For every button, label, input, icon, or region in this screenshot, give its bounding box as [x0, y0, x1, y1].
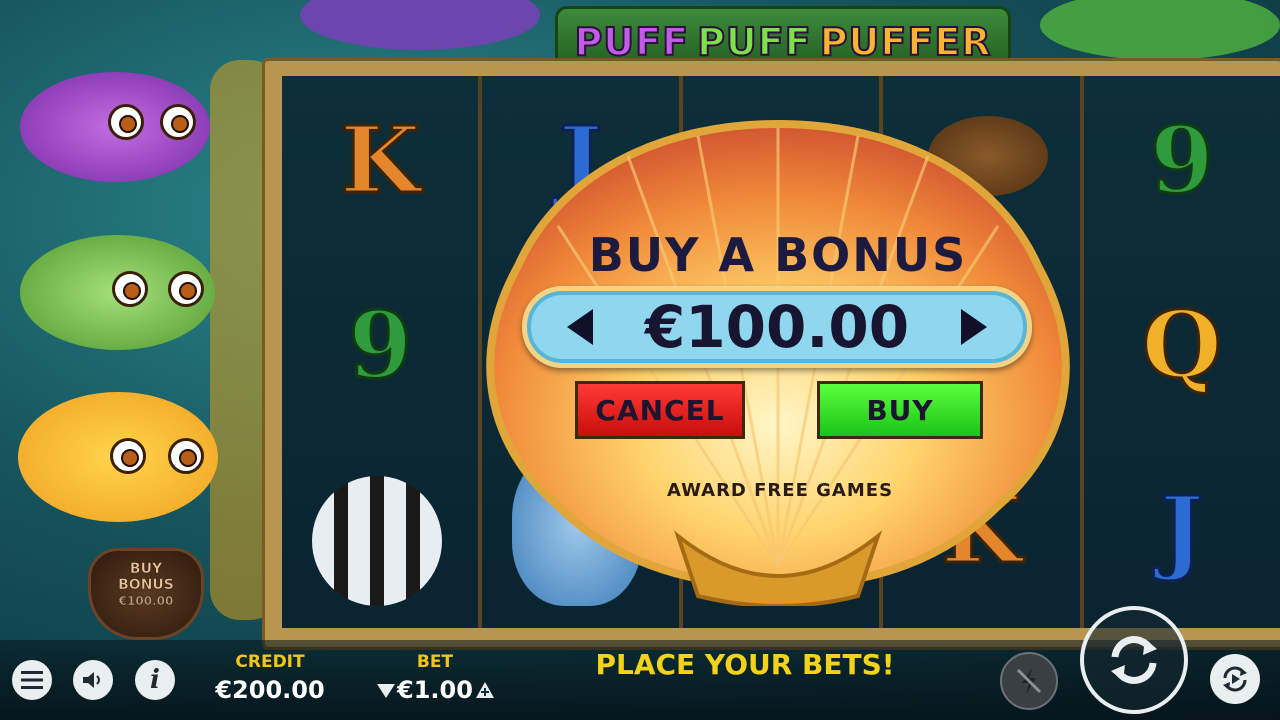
symbol-k: K: [339, 105, 422, 216]
reel-5: 9 Q J: [1083, 76, 1280, 628]
fish-eye-icon: [160, 104, 196, 140]
credit-value: €200.00: [215, 676, 325, 704]
bonus-amount-value: €100.00: [644, 293, 910, 361]
symbol-9: 9: [347, 290, 414, 401]
bet-increase-icon[interactable]: [476, 682, 494, 698]
buy-bonus-line2: BONUS: [118, 577, 174, 594]
dialog-title: BUY A BONUS: [588, 228, 968, 282]
decrease-amount-icon[interactable]: [567, 309, 593, 345]
fish-eye-icon: [168, 438, 204, 474]
credit-label: CREDIT: [235, 652, 305, 672]
turbo-off-icon[interactable]: [1000, 652, 1058, 710]
fish-eye-icon: [112, 271, 148, 307]
buy-bonus-button[interactable]: BUY BONUS €100.00: [88, 548, 204, 640]
award-text: AWARD FREE GAMES: [666, 480, 894, 501]
buy-button[interactable]: BUY: [817, 381, 983, 439]
symbol-j: J: [1159, 475, 1206, 586]
coral-green: [1040, 0, 1280, 60]
bet-value: €1.00: [397, 676, 473, 704]
autoplay-icon[interactable]: [1210, 654, 1260, 704]
purple-pufferfish: [20, 72, 210, 182]
fish-eye-icon: [108, 104, 144, 140]
fish-eye-icon: [110, 438, 146, 474]
bonus-amount-selector: €100.00: [522, 286, 1032, 368]
status-message: PLACE YOUR BETS!: [595, 648, 895, 681]
spin-icon[interactable]: [1080, 606, 1188, 714]
reel-1: K 9: [282, 76, 479, 628]
orange-pufferfish: [18, 392, 218, 522]
bet-decrease-icon[interactable]: [377, 684, 395, 698]
clownfish-symbol: [312, 476, 442, 606]
green-pufferfish: [20, 235, 215, 350]
fish-eye-icon: [168, 271, 204, 307]
menu-icon[interactable]: [12, 660, 52, 700]
buy-bonus-line1: BUY: [129, 561, 163, 578]
sound-icon[interactable]: [73, 660, 113, 700]
cancel-button[interactable]: CANCEL: [575, 381, 745, 439]
bet-label: BET: [416, 652, 454, 672]
buy-bonus-amount: €100.00: [118, 594, 174, 609]
increase-amount-icon[interactable]: [960, 309, 987, 345]
coral-purple: [300, 0, 540, 50]
symbol-q: Q: [1140, 290, 1223, 401]
symbol-9: 9: [1148, 105, 1215, 216]
info-icon[interactable]: i: [135, 660, 175, 700]
